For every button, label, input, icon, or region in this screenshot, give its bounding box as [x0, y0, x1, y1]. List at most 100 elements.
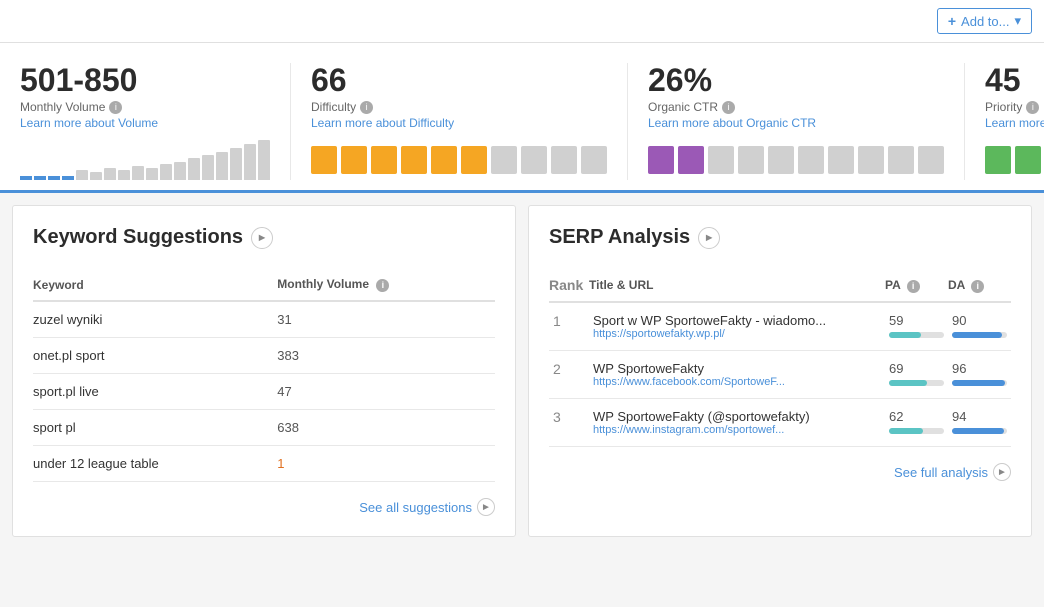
- ctr-label: Organic CTR i: [648, 100, 944, 114]
- volume-chart: [20, 140, 270, 180]
- ctr-value: 26%: [648, 63, 944, 98]
- title-url-cell: Sport w WP SportoweFakty - wiadomo... ht…: [589, 302, 885, 351]
- vol-bar-9: [132, 166, 144, 180]
- pa-cell: 59: [885, 302, 948, 351]
- ctr-info-icon[interactable]: i: [722, 101, 735, 114]
- difficulty-info-icon[interactable]: i: [360, 101, 373, 114]
- vol-bar-8: [118, 170, 130, 180]
- keyword-suggestions-expand-icon[interactable]: ►: [251, 227, 273, 249]
- vol-bar-17: [244, 144, 256, 180]
- vol-bar-2: [34, 176, 46, 180]
- title-url-cell: WP SportoweFakty (@sportowefakty) https:…: [589, 399, 885, 447]
- da-fill: [952, 380, 1005, 386]
- difficulty-value: 66: [311, 63, 607, 98]
- metric-priority: 45 Priority i Learn more about Priority: [965, 63, 1044, 180]
- pa-info-icon[interactable]: i: [907, 280, 920, 293]
- col-volume-header: Monthly Volume i: [277, 269, 495, 301]
- col-keyword-header: Keyword: [33, 269, 277, 301]
- ctr-sq-9: [888, 146, 914, 174]
- metrics-row: 501-850 Monthly Volume i Learn more abou…: [0, 43, 1044, 193]
- ctr-link[interactable]: Learn more about Organic CTR: [648, 116, 944, 130]
- col-da-header: DA i: [948, 269, 1011, 302]
- da-bar: [952, 332, 1007, 338]
- rank-cell: 1: [549, 302, 589, 351]
- diff-sq-5: [431, 146, 457, 174]
- rank-cell: 2: [549, 351, 589, 399]
- pa-cell: 62: [885, 399, 948, 447]
- ctr-sq-2: [678, 146, 704, 174]
- metric-difficulty: 66 Difficulty i Learn more about Difficu…: [291, 63, 628, 180]
- vol-bar-11: [160, 164, 172, 180]
- keyword-row: sport.pl live 47: [33, 374, 495, 410]
- vol-bar-12: [174, 162, 186, 180]
- title-url-cell: WP SportoweFakty https://www.facebook.co…: [589, 351, 885, 399]
- volume-link[interactable]: Learn more about Volume: [20, 116, 270, 130]
- keyword-suggestions-title: Keyword Suggestions ►: [33, 226, 495, 249]
- vol-bar-4: [62, 176, 74, 180]
- see-full-link[interactable]: See full analysis ►: [894, 463, 1011, 481]
- ctr-chart: [648, 140, 944, 180]
- diff-sq-3: [371, 146, 397, 174]
- ctr-sq-7: [828, 146, 854, 174]
- vol-bar-13: [188, 158, 200, 180]
- keyword-row: zuzel wyniki 31: [33, 301, 495, 338]
- keyword-cell: zuzel wyniki: [33, 301, 277, 338]
- priority-value: 45: [985, 63, 1044, 98]
- add-to-label: Add to...: [961, 14, 1009, 29]
- volume-cell: 31: [277, 301, 495, 338]
- keyword-row: onet.pl sport 383: [33, 338, 495, 374]
- difficulty-link[interactable]: Learn more about Difficulty: [311, 116, 607, 130]
- da-cell: 94: [948, 399, 1011, 447]
- priority-info-icon[interactable]: i: [1026, 101, 1039, 114]
- metric-ctr: 26% Organic CTR i Learn more about Organ…: [628, 63, 965, 180]
- ctr-sq-1: [648, 146, 674, 174]
- serp-url[interactable]: https://www.facebook.com/SportoweF...: [593, 376, 881, 388]
- col-rank-header: Rank: [549, 269, 589, 302]
- pa-fill: [889, 428, 923, 434]
- serp-title: WP SportoweFakty: [593, 361, 881, 376]
- serp-url[interactable]: https://sportowefakty.wp.pl/: [593, 328, 881, 340]
- keyword-row: sport pl 638: [33, 410, 495, 446]
- volume-col-info-icon[interactable]: i: [376, 279, 389, 292]
- top-bar: + Add to... ▾: [0, 0, 1044, 43]
- volume-info-icon[interactable]: i: [109, 101, 122, 114]
- add-to-button[interactable]: + Add to... ▾: [937, 8, 1032, 34]
- pri-sq-1: [985, 146, 1011, 174]
- da-cell: 90: [948, 302, 1011, 351]
- diff-sq-7: [491, 146, 517, 174]
- vol-bar-18: [258, 140, 270, 180]
- see-all-link[interactable]: See all suggestions ►: [359, 498, 495, 516]
- priority-label: Priority i: [985, 100, 1044, 114]
- see-full-analysis: See full analysis ►: [549, 463, 1011, 481]
- vol-bar-16: [230, 148, 242, 180]
- dropdown-arrow-icon: ▾: [1014, 13, 1021, 29]
- rank-cell: 3: [549, 399, 589, 447]
- pa-fill: [889, 332, 921, 338]
- serp-analysis-table: Rank Title & URL PA i DA i 1 Sport w WP …: [549, 269, 1011, 447]
- serp-url[interactable]: https://www.instagram.com/sportowef...: [593, 424, 881, 436]
- ctr-sq-3: [708, 146, 734, 174]
- priority-link[interactable]: Learn more about Priority: [985, 116, 1044, 130]
- serp-expand-icon[interactable]: ►: [698, 227, 720, 249]
- ctr-sq-4: [738, 146, 764, 174]
- vol-bar-7: [104, 168, 116, 180]
- vol-bar-3: [48, 176, 60, 180]
- diff-sq-9: [551, 146, 577, 174]
- diff-sq-4: [401, 146, 427, 174]
- col-title-header: Title & URL: [589, 269, 885, 302]
- diff-sq-10: [581, 146, 607, 174]
- ctr-sq-10: [918, 146, 944, 174]
- vol-bar-15: [216, 152, 228, 180]
- da-info-icon[interactable]: i: [971, 280, 984, 293]
- volume-cell: 1: [277, 446, 495, 482]
- diff-sq-8: [521, 146, 547, 174]
- keyword-cell: under 12 league table: [33, 446, 277, 482]
- vol-bar-14: [202, 155, 214, 180]
- difficulty-label: Difficulty i: [311, 100, 607, 114]
- keyword-cell: onet.pl sport: [33, 338, 277, 374]
- keyword-suggestions-panel: Keyword Suggestions ► Keyword Monthly Vo…: [12, 205, 516, 537]
- volume-cell: 638: [277, 410, 495, 446]
- volume-value: 501-850: [20, 63, 270, 98]
- serp-title: Sport w WP SportoweFakty - wiadomo...: [593, 313, 881, 328]
- ctr-sq-6: [798, 146, 824, 174]
